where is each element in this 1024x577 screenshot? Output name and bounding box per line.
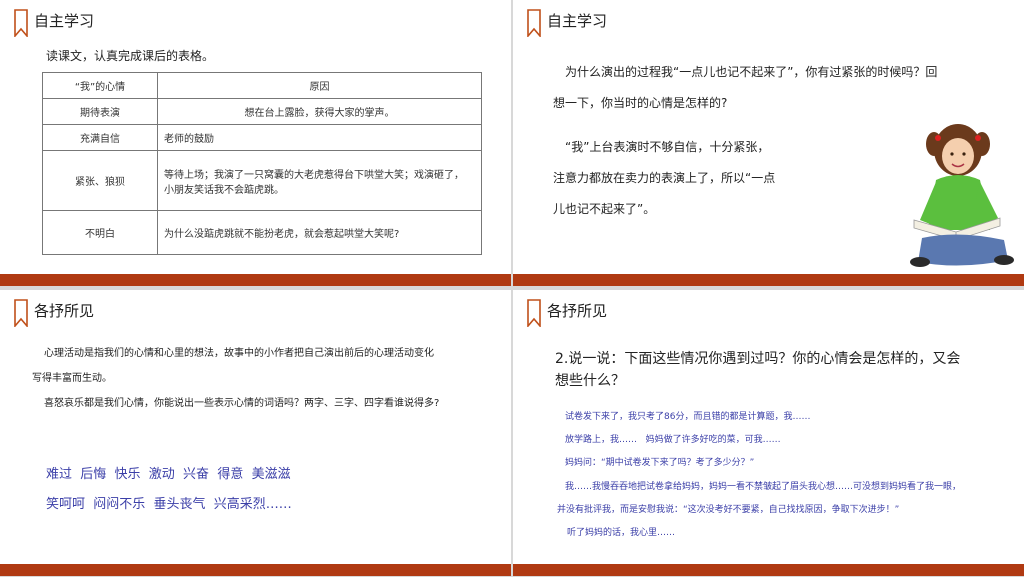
slide-4[interactable]: 各抒所见 2.说一说：下面这些情况你遇到过吗？你的心情会是怎样的，又会 想些什么… — [513, 290, 1024, 576]
slide-footer-bar — [0, 564, 511, 576]
slide-3[interactable]: 各抒所见 心理活动是指我们的心情和心里的想法，故事中的小作者把自己演出前后的心理… — [0, 290, 511, 576]
bookmark-icon — [527, 299, 541, 327]
mood-table: “我”的心情 原因 期待表演 想在台上露脸，获得大家的掌声。 充满自信 老师的鼓… — [42, 72, 482, 255]
answer-line: 儿也记不起来了”。 — [553, 202, 656, 216]
slide-title: 各抒所见 — [547, 302, 608, 320]
slide-1[interactable]: 自主学习 读课文，认真完成课后的表格。 “我”的心情 原因 期待表演 想在台上露… — [0, 0, 511, 286]
slide-footer-bar — [513, 564, 1024, 576]
table-cell-mood: 紧张、狼狈 — [42, 150, 158, 211]
table-cell-reason: 为什么没踮虎跳就不能扮老虎，就会惹起哄堂大笑呢? — [157, 210, 482, 255]
instruction-text: 读课文，认真完成课后的表格。 — [46, 49, 215, 63]
paragraph-line: 心理活动是指我们的心情和心里的想法，故事中的小作者把自己演出前后的心理活动变化 — [44, 348, 434, 359]
table-cell-mood: 不明白 — [42, 210, 158, 255]
bookmark-icon — [14, 9, 28, 37]
scenario-line: 妈妈问：“期中试卷发下来了吗？考了多少分？” — [565, 458, 755, 468]
scenario-line: 听了妈妈的话，我心里…… — [567, 528, 676, 538]
slide-title: 自主学习 — [547, 12, 608, 30]
table-header-mood: “我”的心情 — [42, 72, 158, 99]
bookmark-icon — [527, 9, 541, 37]
table-cell-mood: 期待表演 — [42, 98, 158, 125]
mood-words-line: 难过 后悔 快乐 激动 兴奋 得意 美滋滋 — [46, 467, 291, 482]
mood-words-line: 笑呵呵 闷闷不乐 垂头丧气 兴高采烈…… — [46, 497, 292, 512]
question-line: 想一下，你当时的心情是怎样的? — [553, 96, 728, 110]
reason-line: 小朋友笑话我不会踮虎跳。 — [164, 184, 284, 196]
table-cell-reason: 等待上场；我演了一只窝囊的大老虎惹得台下哄堂大笑；戏演砸了， 小朋友笑话我不会踮… — [157, 150, 482, 211]
table-cell-reason: 老师的鼓励 — [157, 124, 482, 151]
table-header-reason: 原因 — [157, 72, 482, 99]
scenario-line: 并没有批评我，而是安慰我说：“这次没考好不要紧，自己找找原因，争取下次进步！” — [557, 505, 900, 515]
slide-title: 自主学习 — [34, 12, 95, 30]
slide-footer-bar — [513, 274, 1024, 286]
heading-line: 想些什么？ — [555, 373, 625, 389]
table-cell-reason: 想在台上露脸，获得大家的掌声。 — [157, 98, 482, 125]
slide-2[interactable]: 自主学习 为什么演出的过程我“一点儿也记不起来了”，你有过紧张的时候吗？回 想一… — [513, 0, 1024, 286]
girl-reading-illustration — [910, 124, 1014, 267]
reason-line: 等待上场；我演了一只窝囊的大老虎惹得台下哄堂大笑；戏演砸了， — [164, 169, 464, 181]
slide-title: 各抒所见 — [34, 302, 95, 320]
heading-line: 2.说一说：下面这些情况你遇到过吗？你的心情会是怎样的，又会 — [555, 351, 961, 367]
question-line: 为什么演出的过程我“一点儿也记不起来了”，你有过紧张的时候吗？回 — [565, 65, 938, 79]
paragraph-line: 喜怒哀乐都是我们心情，你能说出一些表示心情的词语吗？两字、三字、四字看谁说得多? — [44, 398, 440, 409]
bookmark-icon — [14, 299, 28, 327]
slide-footer-bar — [0, 274, 511, 286]
table-cell-mood: 充满自信 — [42, 124, 158, 151]
paragraph-line: 写得丰富而生动。 — [32, 373, 112, 384]
scenario-line: 试卷发下来了，我只考了86分，而且错的都是计算题，我…… — [565, 412, 811, 422]
scenario-line: 放学路上，我…… 妈妈做了许多好吃的菜，可我…… — [565, 435, 781, 445]
scenario-line: 我……我慢吞吞地把试卷拿给妈妈，妈妈一看不禁皱起了眉头我心想……可没想到妈妈看了… — [565, 482, 962, 492]
answer-line: 注意力都放在卖力的表演上了，所以“一点 — [553, 171, 776, 185]
answer-line: “我”上台表演时不够自信，十分紧张， — [565, 140, 770, 154]
